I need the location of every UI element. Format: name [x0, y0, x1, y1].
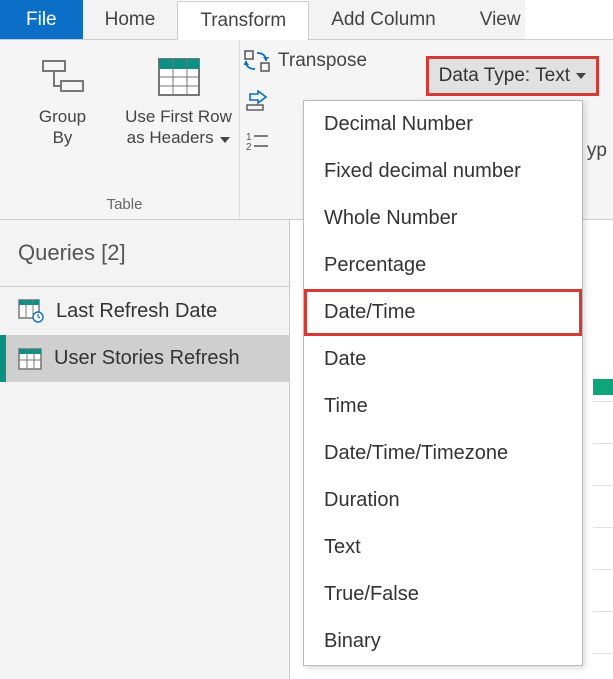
dropdown-item-percentage[interactable]: Percentage: [304, 242, 582, 289]
truncated-ribbon-text: yp: [587, 140, 607, 162]
column-header-strip: [593, 379, 613, 395]
dropdown-item-fixed-decimal-number[interactable]: Fixed decimal number: [304, 148, 582, 195]
chevron-down-icon: [220, 137, 230, 143]
dropdown-item-text[interactable]: Text: [304, 524, 582, 571]
svg-text:2: 2: [246, 142, 252, 152]
dropdown-item-binary[interactable]: Binary: [304, 618, 582, 665]
group-by-icon: [41, 54, 85, 100]
tab-add-column[interactable]: Add Column: [309, 0, 458, 39]
dropdown-item-true-false[interactable]: True/False: [304, 571, 582, 618]
query-item-label: Last Refresh Date: [56, 300, 217, 323]
reverse-rows-icon: [244, 90, 270, 112]
transpose-button[interactable]: Transpose: [244, 46, 367, 76]
tab-transform[interactable]: Transform: [177, 1, 309, 40]
count-rows-icon: 1 2: [244, 130, 270, 152]
query-table-icon: [18, 299, 44, 323]
table-headers-icon: [157, 54, 201, 100]
ribbon-group-table-label: Table: [107, 196, 143, 217]
group-by-label: Group By: [39, 106, 86, 149]
dropdown-item-date-time-timezone[interactable]: Date/Time/Timezone: [304, 430, 582, 477]
query-item-last-refresh-date[interactable]: Last Refresh Date: [0, 287, 289, 335]
dropdown-item-time[interactable]: Time: [304, 383, 582, 430]
dropdown-item-date-time[interactable]: Date/Time: [304, 289, 582, 336]
tab-home[interactable]: Home: [83, 0, 178, 39]
use-first-row-as-headers-button[interactable]: Use First Row as Headers: [119, 48, 239, 155]
data-type-dropdown-button[interactable]: Data Type: Text: [426, 56, 599, 96]
query-item-label: User Stories Refresh: [54, 347, 240, 370]
use-first-row-label: Use First Row as Headers: [125, 106, 232, 149]
query-table-icon: [18, 348, 42, 370]
chevron-down-icon: [576, 73, 586, 79]
queries-panel: Queries [2] Last Refresh Date: [0, 220, 290, 679]
dropdown-item-duration[interactable]: Duration: [304, 477, 582, 524]
transpose-label: Transpose: [278, 50, 367, 72]
group-by-button[interactable]: Group By: [11, 48, 115, 155]
dropdown-item-date[interactable]: Date: [304, 336, 582, 383]
queries-header: Queries [2]: [0, 220, 289, 287]
data-type-label: Data Type: Text: [439, 65, 570, 87]
tab-file[interactable]: File: [0, 0, 83, 39]
data-type-dropdown-menu: Decimal Number Fixed decimal number Whol…: [303, 100, 583, 666]
query-item-user-stories-refresh[interactable]: User Stories Refresh: [0, 335, 289, 382]
ribbon-tabs: File Home Transform Add Column View: [0, 0, 613, 40]
dropdown-item-whole-number[interactable]: Whole Number: [304, 195, 582, 242]
ribbon-group-table: Group By Use First Row as Headers Table: [10, 40, 240, 219]
tab-view[interactable]: View: [458, 0, 525, 39]
transpose-icon: [244, 50, 270, 72]
dropdown-item-decimal-number[interactable]: Decimal Number: [304, 101, 582, 148]
grid-row-lines: [593, 401, 613, 654]
